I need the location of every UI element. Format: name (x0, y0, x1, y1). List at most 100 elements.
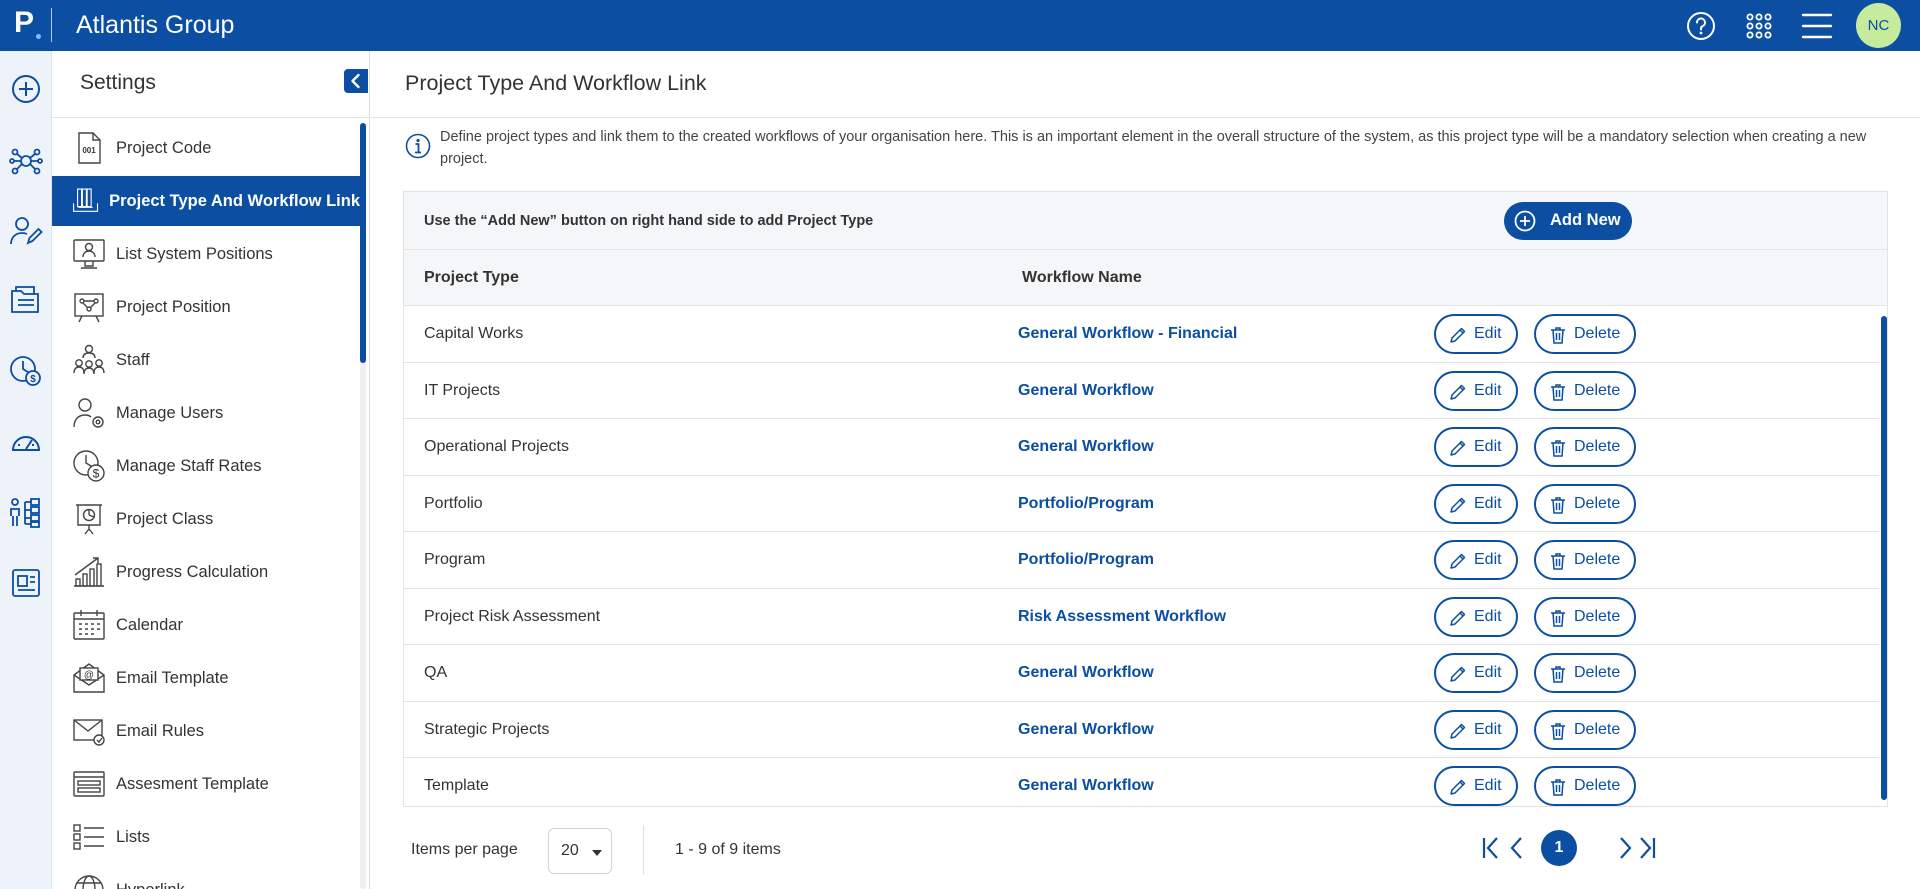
project-type-cell: Portfolio (424, 494, 483, 512)
settings-item-assesment-template[interactable]: Assesment Template (52, 759, 360, 809)
settings-divider (52, 117, 370, 118)
project-type-cell: Capital Works (424, 325, 524, 342)
help-icon[interactable] (1684, 9, 1718, 43)
table-header: Project Type Workflow Name (404, 250, 1887, 306)
settings-item-project-class[interactable]: Project Class (52, 494, 360, 544)
last-page-icon[interactable] (1635, 834, 1659, 862)
next-page-icon[interactable] (1613, 834, 1637, 862)
settings-scrollbar-thumb[interactable] (360, 123, 366, 363)
svg-text:$: $ (93, 467, 100, 481)
settings-item-manage-staff-rates[interactable]: $ Manage Staff Rates (52, 441, 360, 491)
clock-dollar-icon: $ (73, 450, 105, 482)
top-bar: P Atlantis Group NC (0, 0, 1920, 51)
edit-button[interactable]: Edit (1434, 540, 1518, 580)
edit-label: Edit (1474, 438, 1502, 455)
workflow-name-link[interactable]: General Workflow (1018, 382, 1154, 400)
email-rules-icon (73, 719, 105, 746)
edit-button[interactable]: Edit (1434, 427, 1518, 467)
chevron-left-icon (351, 73, 360, 89)
trash-icon (1551, 722, 1565, 740)
settings-item-hyperlink[interactable]: Hyperlink (52, 865, 360, 889)
workflow-name-link[interactable]: Portfolio/Program (1018, 551, 1154, 569)
workflow-name-link[interactable]: General Workflow (1018, 721, 1154, 739)
workflow-name-link[interactable]: Risk Assessment Workflow (1018, 608, 1226, 626)
project-type-cell: IT Projects (424, 381, 501, 399)
settings-item-project-position[interactable]: Project Position (52, 282, 360, 332)
settings-item-lists[interactable]: Lists (52, 812, 360, 862)
collapse-panel-button[interactable] (344, 69, 368, 93)
settings-item-label: Email Template (116, 668, 229, 687)
edit-label: Edit (1474, 381, 1502, 399)
add-new-label: Add New (1550, 211, 1621, 229)
page-size-select[interactable]: 20 (548, 828, 612, 874)
delete-button[interactable]: Delete (1534, 540, 1636, 580)
workflow-name-link[interactable]: General Workflow (1018, 777, 1154, 795)
delete-button[interactable]: Delete (1534, 653, 1636, 693)
column-header-project-type[interactable]: Project Type (424, 269, 519, 287)
column-header-workflow-name[interactable]: Workflow Name (1022, 269, 1142, 287)
calendar-icon (73, 610, 105, 640)
pagination-bar: Items per page 20 1 - 9 of 9 items 1 (403, 813, 1888, 883)
delete-button[interactable]: Delete (1534, 766, 1636, 806)
workflow-name-link[interactable]: Portfolio/Program (1018, 495, 1154, 513)
settings-item-progress-calculation[interactable]: Progress Calculation (52, 547, 360, 597)
settings-panel: Settings 001 Project Code Project Type A… (52, 51, 370, 889)
settings-item-project-code[interactable]: 001 Project Code (52, 123, 360, 173)
edit-button[interactable]: Edit (1434, 653, 1518, 693)
network-icon[interactable] (9, 144, 43, 178)
plus-circle-icon (1514, 210, 1536, 232)
edit-button[interactable]: Edit (1434, 766, 1518, 806)
clock-dollar-icon[interactable]: $ (9, 354, 43, 388)
settings-item-label: Assesment Template (116, 774, 269, 793)
apps-grid-icon[interactable] (1742, 9, 1776, 43)
add-circle-icon[interactable] (9, 72, 43, 106)
settings-item-list-system-positions[interactable]: List System Positions (52, 229, 360, 279)
add-new-button[interactable]: Add New (1504, 202, 1632, 240)
pencil-icon (1450, 440, 1466, 456)
settings-item-calendar[interactable]: Calendar (52, 600, 360, 650)
app-logo[interactable]: P (14, 6, 34, 40)
settings-item-project-type-workflow-link[interactable]: Project Type And Workflow Link (52, 176, 360, 226)
settings-item-email-rules[interactable]: Email Rules (52, 706, 360, 756)
settings-item-label: Manage Staff Rates (116, 456, 262, 475)
edit-button[interactable]: Edit (1434, 370, 1518, 411)
delete-button[interactable]: Delete (1534, 370, 1636, 411)
report-icon[interactable] (9, 566, 43, 600)
previous-page-icon[interactable] (1505, 834, 1529, 862)
edit-button[interactable]: Edit (1434, 709, 1518, 750)
org-chart-icon[interactable] (9, 496, 43, 530)
table-row: Program Portfolio/Program Edit Delete (404, 532, 1879, 589)
first-page-icon[interactable] (1479, 834, 1503, 862)
workflow-name-link[interactable]: General Workflow - Financial (1018, 325, 1237, 343)
delete-button[interactable]: Delete (1534, 427, 1636, 467)
delete-button[interactable]: Delete (1534, 314, 1636, 354)
delete-button[interactable]: Delete (1534, 596, 1636, 637)
settings-item-label: Email Rules (116, 721, 205, 740)
settings-item-label: Calendar (116, 615, 183, 634)
current-page-button[interactable]: 1 (1541, 830, 1577, 866)
delete-label: Delete (1574, 607, 1621, 625)
settings-item-staff[interactable]: Staff (52, 335, 360, 385)
edit-button[interactable]: Edit (1434, 596, 1518, 637)
edit-button[interactable]: Edit (1434, 314, 1518, 354)
user-edit-icon[interactable] (9, 214, 43, 248)
delete-label: Delete (1574, 438, 1621, 455)
delete-button[interactable]: Delete (1534, 483, 1636, 524)
delete-label: Delete (1574, 720, 1621, 738)
settings-item-manage-users[interactable]: Manage Users (52, 388, 360, 438)
user-avatar[interactable]: NC (1856, 3, 1901, 48)
grid-scrollbar-thumb[interactable] (1881, 316, 1887, 800)
documents-icon[interactable] (9, 283, 43, 317)
edit-button[interactable]: Edit (1434, 483, 1518, 524)
settings-item-email-template[interactable]: @ Email Template (52, 653, 360, 703)
trash-icon (1551, 440, 1565, 457)
workflow-name-link[interactable]: General Workflow (1018, 438, 1154, 456)
pencil-icon (1450, 384, 1466, 400)
page-title: Project Type And Workflow Link (405, 71, 707, 95)
hamburger-menu-icon[interactable] (1800, 9, 1834, 43)
delete-button[interactable]: Delete (1534, 709, 1636, 750)
gauge-icon[interactable] (9, 425, 43, 459)
workflow-name-link[interactable]: General Workflow (1018, 664, 1154, 682)
delete-label: Delete (1574, 664, 1621, 681)
items-per-page-label: Items per page (411, 841, 518, 858)
